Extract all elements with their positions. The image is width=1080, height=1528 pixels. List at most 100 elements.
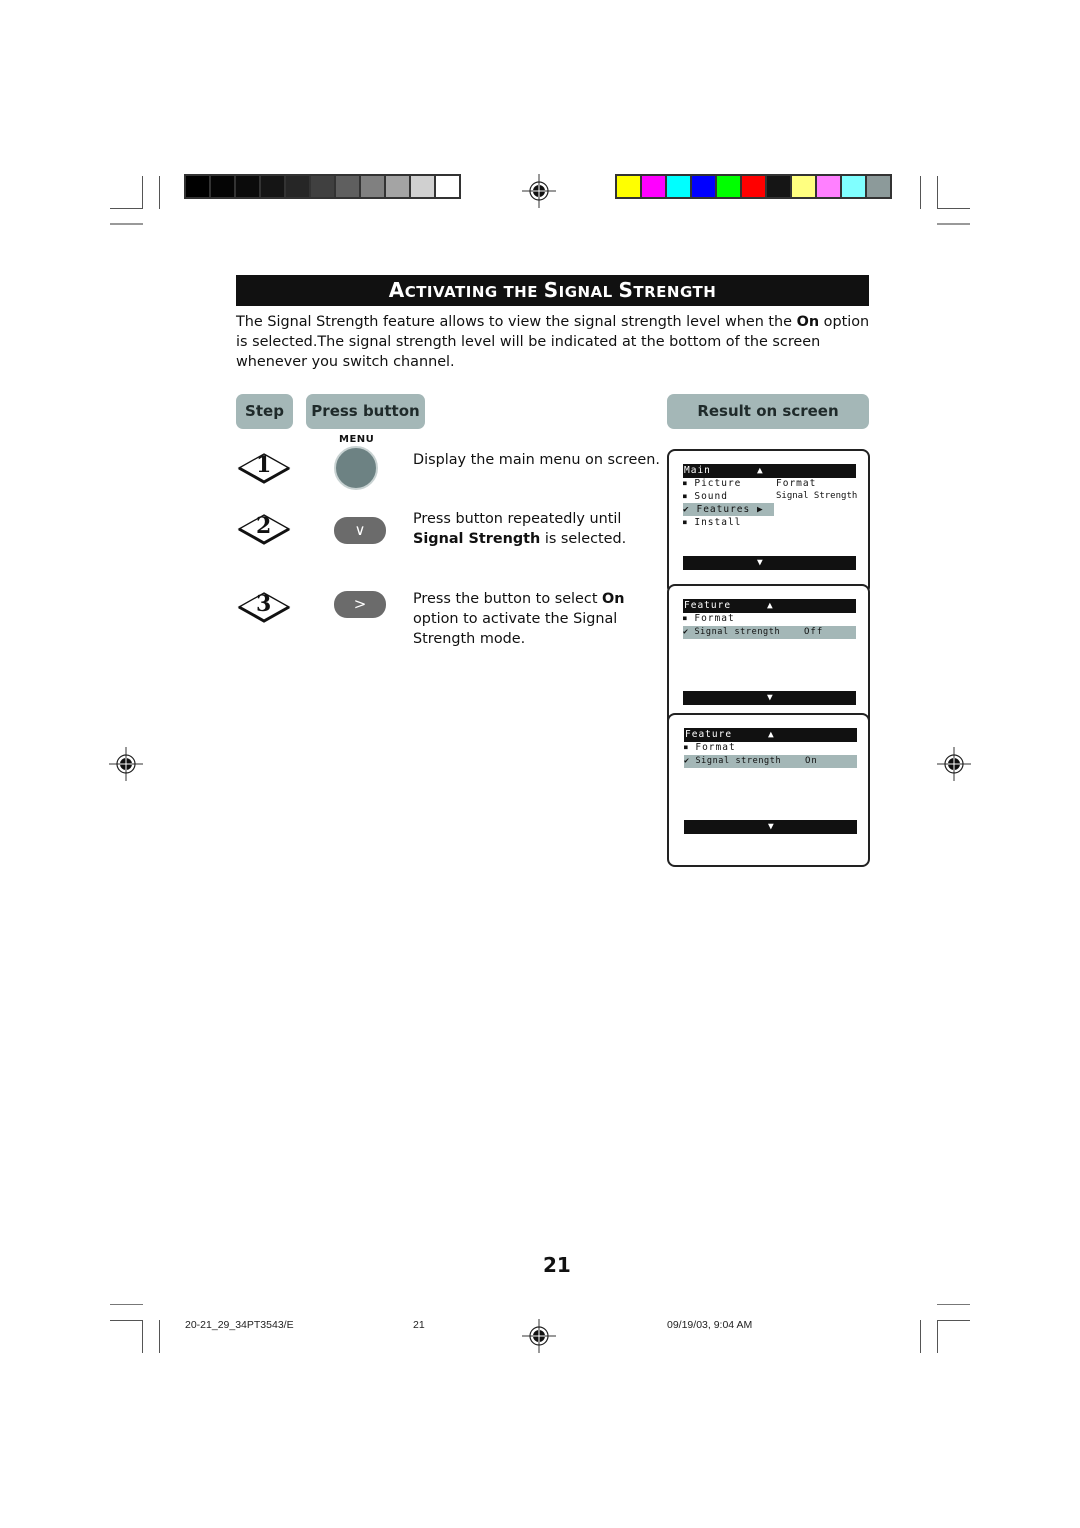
check-icon: ✔ <box>683 504 690 515</box>
intro-bold-on: On <box>796 314 820 330</box>
osd-row-features: ✔ Features <box>683 503 750 516</box>
gray-swatch-2 <box>236 176 259 197</box>
gray-swatch-3 <box>261 176 284 197</box>
title-text: IGNAL <box>558 283 619 301</box>
color-swatch-4 <box>717 176 740 197</box>
color-swatch-5 <box>742 176 765 197</box>
osd-item-label: Signal strength <box>695 756 782 766</box>
gray-swatch-4 <box>286 176 309 197</box>
osd-row-signal-strength: ✔ Signal strength <box>684 755 781 768</box>
crop-mark <box>110 1304 143 1305</box>
square-bullet-icon: ■ <box>683 519 688 526</box>
gray-swatch-5 <box>311 176 334 197</box>
color-swatch-2 <box>667 176 690 197</box>
osd-row-picture: ■ Picture <box>683 477 741 490</box>
up-arrow-icon: ▲ <box>768 729 775 740</box>
osd-footer-bar: ▼ <box>683 691 856 705</box>
osd-item-label: Picture <box>694 478 742 489</box>
check-icon: ✔ <box>683 627 689 637</box>
menu-round-button-icon <box>334 446 378 490</box>
gray-swatch-8 <box>386 176 409 197</box>
crop-mark <box>110 208 143 209</box>
color-swatch-1 <box>642 176 665 197</box>
osd-submenu-signal-strength: Signal Strength <box>776 491 858 501</box>
registration-mark-icon <box>937 747 971 781</box>
square-bullet-icon: ■ <box>684 744 689 751</box>
footer-file-name: 20-21_29_34PT3543/E <box>185 1319 294 1331</box>
title-cap-letter: A <box>388 278 405 302</box>
check-icon: ✔ <box>684 756 690 766</box>
title-cap-letter: S <box>618 278 634 302</box>
down-arrow-icon: ▼ <box>767 692 774 703</box>
crop-mark <box>937 176 938 209</box>
crop-mark <box>920 176 921 209</box>
step-2-description: Press button repeatedly until Signal Str… <box>413 509 653 549</box>
crop-mark <box>142 1320 143 1353</box>
osd-item-label: Format <box>694 613 735 624</box>
square-bullet-icon: ■ <box>683 615 688 622</box>
footer-datetime: 09/19/03, 9:04 AM <box>667 1319 753 1331</box>
gray-swatch-6 <box>336 176 359 197</box>
crop-mark <box>937 223 970 225</box>
gray-swatch-1 <box>211 176 234 197</box>
step-3-text: Press the button to select <box>413 591 603 607</box>
crop-mark <box>142 176 143 209</box>
step-1-number: 1 <box>256 452 272 478</box>
osd-value-on: On <box>805 756 818 766</box>
color-swatch-10 <box>867 176 890 197</box>
up-arrow-icon: ▲ <box>757 465 764 476</box>
osd-header-bar: Main ▲ <box>683 464 856 478</box>
crop-mark <box>110 223 143 225</box>
gray-swatch-7 <box>361 176 384 197</box>
step-3-description: Press the button to select On option to … <box>413 589 663 649</box>
step-header: Step <box>236 394 293 429</box>
crop-mark <box>159 176 160 209</box>
osd-row-install: ■ Install <box>683 516 741 529</box>
title-cap-letter: S <box>543 278 559 302</box>
crop-mark <box>937 1320 970 1321</box>
step-2-bold: Signal Strength <box>413 531 541 547</box>
gray-swatch-9 <box>411 176 434 197</box>
osd-row-format: ■ Format <box>683 612 735 625</box>
square-bullet-icon: ■ <box>683 493 688 500</box>
color-swatch-6 <box>767 176 790 197</box>
registration-mark-icon <box>522 1319 556 1353</box>
crop-mark <box>920 1320 921 1353</box>
title-text: TRENGTH <box>633 283 717 301</box>
osd-header-title: Feature <box>685 729 733 740</box>
step-1-text: Display the main menu on screen. <box>413 452 660 468</box>
osd-value-off: Off <box>804 627 824 637</box>
osd-header-title: Feature <box>684 600 732 611</box>
registration-mark-icon <box>522 174 556 208</box>
menu-button-label: MENU <box>339 434 375 445</box>
osd-item-label: Sound <box>694 491 728 502</box>
osd-item-label: Features <box>696 504 751 515</box>
color-calibration-bar <box>615 174 892 199</box>
gray-swatch-0 <box>186 176 209 197</box>
section-title: ACTIVATING THE SIGNAL STRENGTH <box>236 275 869 306</box>
step-2-number: 2 <box>256 513 272 539</box>
crop-mark <box>159 1320 160 1353</box>
grayscale-calibration-bar <box>184 174 461 199</box>
osd-header-bar: Feature ▲ <box>684 728 857 742</box>
up-arrow-icon: ▲ <box>767 600 774 611</box>
color-swatch-9 <box>842 176 865 197</box>
intro-text: The Signal Strength feature allows to vi… <box>236 314 797 330</box>
crop-mark <box>937 1320 938 1353</box>
osd-header-bar: Feature ▲ <box>683 599 856 613</box>
footer-page: 21 <box>413 1319 425 1331</box>
osd-item-label: Install <box>694 517 742 528</box>
osd-item-label: Signal strength <box>694 627 781 637</box>
color-swatch-3 <box>692 176 715 197</box>
registration-mark-icon <box>109 747 143 781</box>
down-arrow-icon: ▼ <box>757 557 764 568</box>
cursor-right-button-icon: > <box>334 591 386 618</box>
step-3-bold: On <box>602 591 625 607</box>
step-3-text: option to activate the Signal Strength m… <box>413 611 618 647</box>
osd-row-sound: ■ Sound <box>683 490 728 503</box>
crop-mark <box>110 1320 143 1321</box>
osd-header-title: Main <box>684 465 711 476</box>
step-2-text: Press button repeatedly until <box>413 511 622 527</box>
crop-mark <box>937 208 970 209</box>
gray-swatch-10 <box>436 176 459 197</box>
